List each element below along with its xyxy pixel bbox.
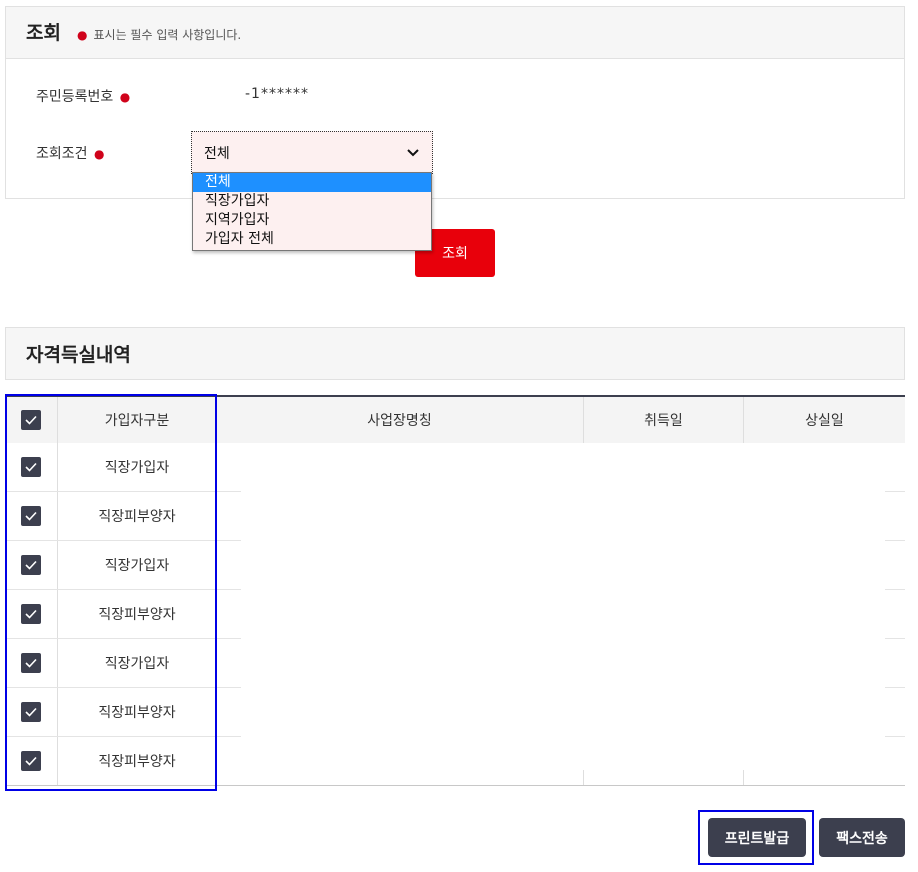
condition-option[interactable]: 전체 bbox=[193, 173, 431, 192]
row-divider bbox=[885, 687, 905, 688]
column-divider bbox=[743, 397, 744, 443]
highlight-box bbox=[698, 810, 814, 865]
row-divider bbox=[885, 589, 905, 590]
condition-option[interactable]: 가입자 전체 bbox=[193, 230, 431, 249]
column-divider bbox=[583, 397, 584, 443]
column-header-lost-date: 상실일 bbox=[805, 413, 844, 429]
search-title: 조회 bbox=[26, 22, 61, 44]
row-divider bbox=[885, 491, 905, 492]
condition-option[interactable]: 지역가입자 bbox=[193, 211, 431, 230]
condition-label: 조회조건 ● bbox=[36, 143, 104, 163]
condition-option[interactable]: 직장가입자 bbox=[193, 192, 431, 211]
required-dot-icon: ● bbox=[93, 147, 105, 161]
column-header-workplace: 사업장명칭 bbox=[367, 413, 432, 429]
required-hint-text: 표시는 필수 입력 사항입니다. bbox=[93, 28, 242, 42]
required-dot-icon: ● bbox=[77, 28, 88, 42]
row-divider bbox=[885, 736, 905, 737]
chevron-down-icon bbox=[406, 146, 420, 160]
resident-number-label: 주민등록번호 ● bbox=[36, 86, 130, 106]
row-divider bbox=[885, 638, 905, 639]
condition-label-text: 조회조건 bbox=[36, 146, 88, 162]
fax-button[interactable]: 팩스전송 bbox=[819, 818, 905, 857]
row-divider bbox=[885, 540, 905, 541]
condition-select[interactable]: 전체 bbox=[191, 131, 433, 174]
condition-dropdown: 전체 직장가입자 지역가입자 가입자 전체 bbox=[192, 172, 432, 251]
column-divider bbox=[583, 770, 584, 785]
history-section-header bbox=[5, 327, 905, 380]
column-header-acquired-date: 취득일 bbox=[644, 413, 683, 429]
column-divider bbox=[743, 770, 744, 785]
required-hint: ● 표시는 필수 입력 사항입니다. bbox=[77, 26, 241, 43]
required-dot-icon: ● bbox=[119, 90, 131, 104]
condition-select-value: 전체 bbox=[204, 145, 230, 162]
highlight-box bbox=[5, 394, 217, 791]
resident-number-value: -1****** bbox=[245, 86, 309, 102]
resident-number-label-text: 주민등록번호 bbox=[36, 89, 114, 105]
history-title: 자격득실내역 bbox=[26, 344, 131, 366]
